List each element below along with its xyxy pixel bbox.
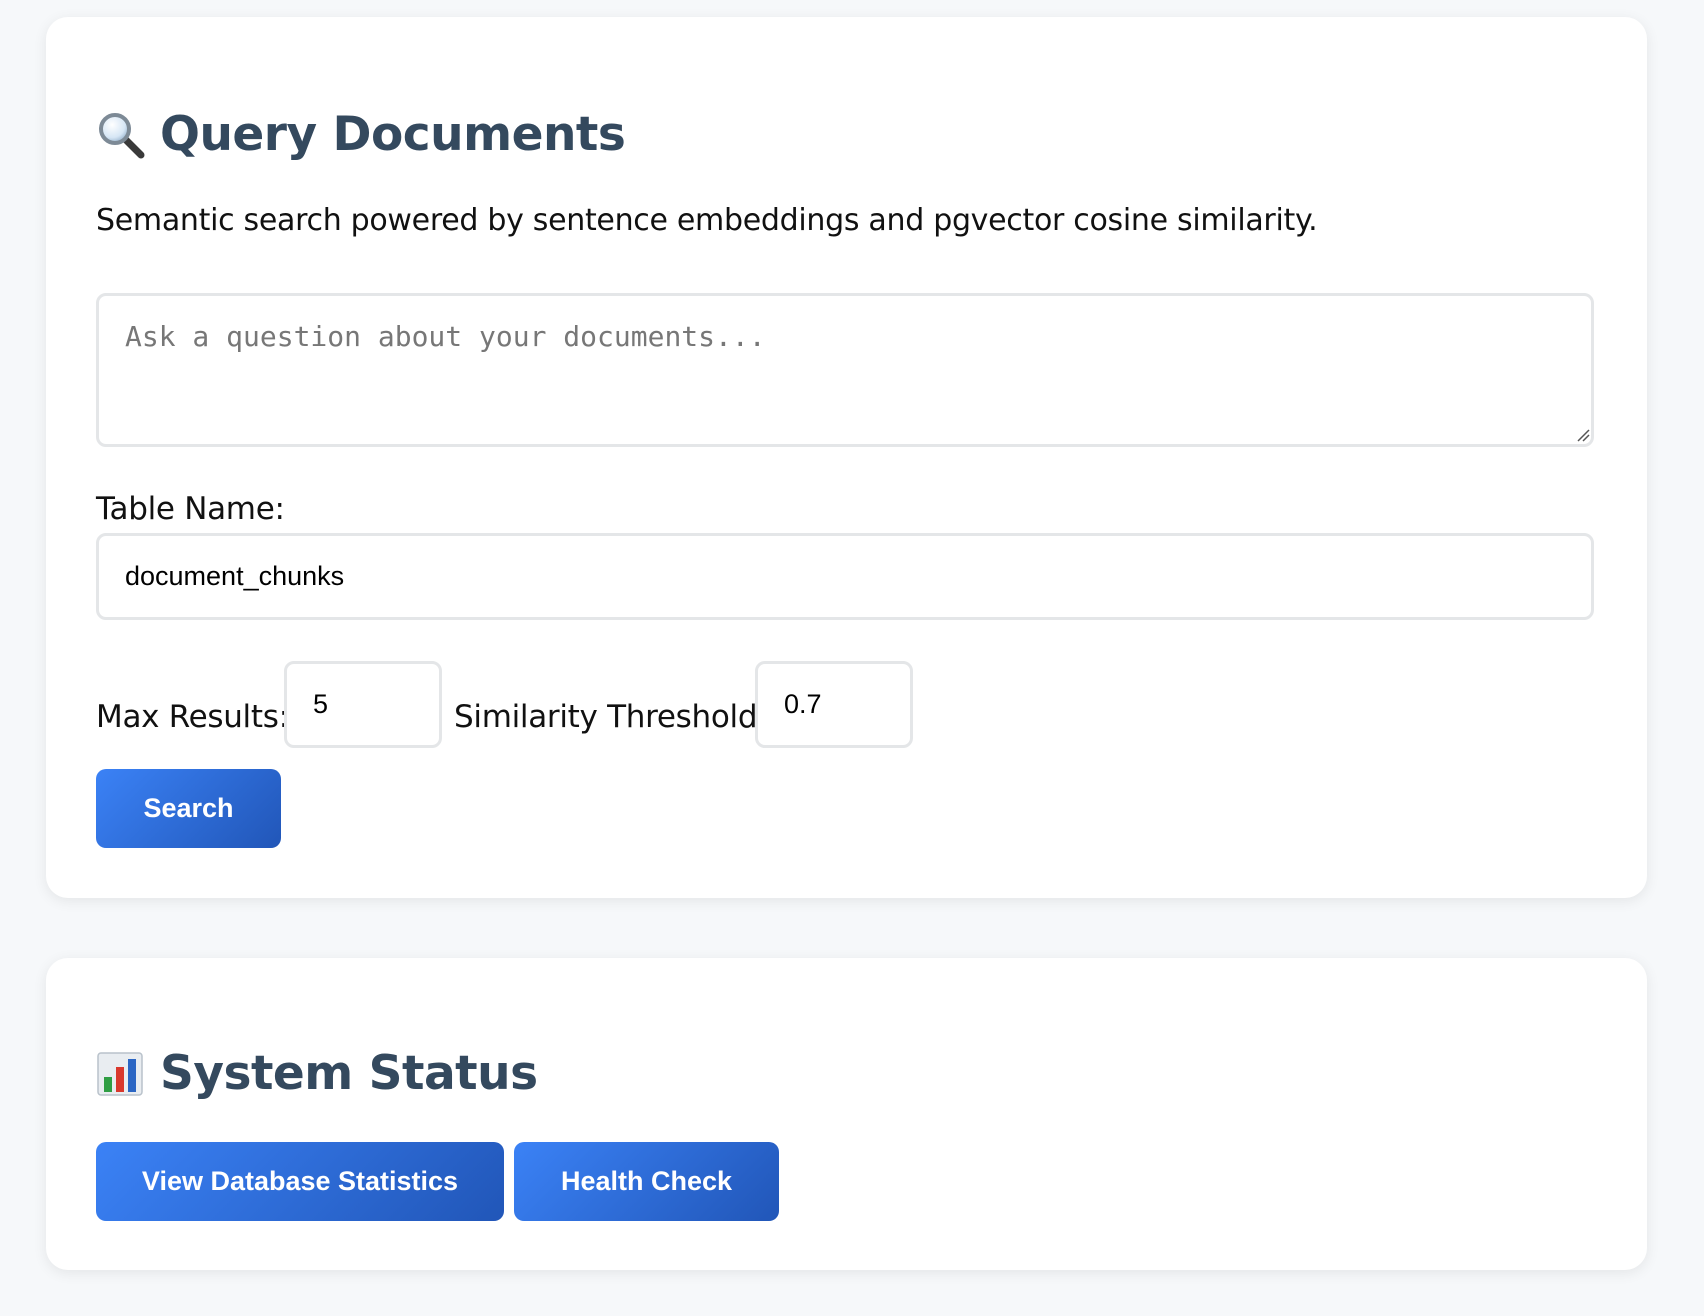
table-name-input[interactable] xyxy=(96,533,1594,620)
system-status-card: System Status View Database Statistics H… xyxy=(46,958,1647,1270)
system-status-title: System Status xyxy=(160,1046,538,1101)
query-documents-card: Query Documents Semantic search powered … xyxy=(46,17,1647,898)
question-input[interactable] xyxy=(96,293,1594,447)
view-database-statistics-button[interactable]: View Database Statistics xyxy=(96,1142,504,1221)
query-subtitle: Semantic search powered by sentence embe… xyxy=(96,203,1318,238)
max-results-label: Max Results: xyxy=(96,699,289,735)
table-name-label: Table Name: xyxy=(96,491,285,527)
health-check-button[interactable]: Health Check xyxy=(514,1142,779,1221)
bar-chart-icon xyxy=(96,1049,146,1099)
similarity-threshold-label: Similarity Threshold: xyxy=(454,699,768,735)
resize-handle-icon[interactable] xyxy=(1576,428,1590,442)
search-button[interactable]: Search xyxy=(96,769,281,848)
query-documents-heading: Query Documents xyxy=(96,107,626,162)
magnifying-glass-icon xyxy=(96,110,146,160)
query-documents-title: Query Documents xyxy=(160,107,626,162)
system-status-heading: System Status xyxy=(96,1046,538,1101)
max-results-input[interactable] xyxy=(284,661,442,748)
similarity-threshold-input[interactable] xyxy=(755,661,913,748)
